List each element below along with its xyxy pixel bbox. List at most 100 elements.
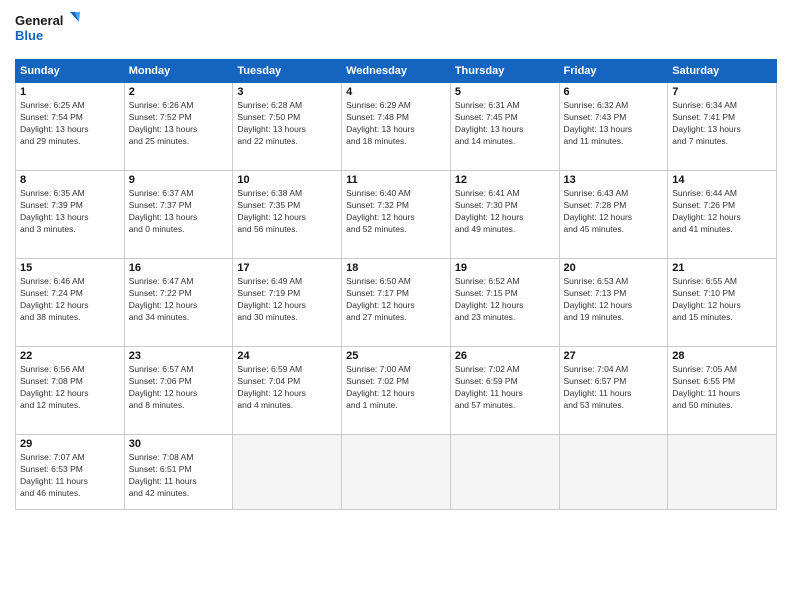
cell-content: Sunrise: 6:25 AMSunset: 7:54 PMDaylight:… <box>20 100 120 148</box>
day-number: 6 <box>564 86 664 98</box>
cell-content: Sunrise: 6:53 AMSunset: 7:13 PMDaylight:… <box>564 276 664 324</box>
day-number: 9 <box>129 174 229 186</box>
calendar-cell: 11 Sunrise: 6:40 AMSunset: 7:32 PMDayligh… <box>342 171 451 259</box>
calendar-cell: 19 Sunrise: 6:52 AMSunset: 7:15 PMDayligh… <box>450 259 559 347</box>
calendar-cell: 8Sunrise: 6:35 AMSunset: 7:39 PMDaylight… <box>16 171 125 259</box>
cell-content: Sunrise: 6:47 AMSunset: 7:22 PMDaylight:… <box>129 276 229 324</box>
calendar-cell: 14 Sunrise: 6:44 AMSunset: 7:26 PMDayligh… <box>668 171 777 259</box>
cell-content: Sunrise: 6:26 AMSunset: 7:52 PMDaylight:… <box>129 100 229 148</box>
cell-content: Sunrise: 6:59 AMSunset: 7:04 PMDaylight:… <box>237 364 337 412</box>
day-number: 29 <box>20 438 120 450</box>
page: General Blue SundayMondayTuesdayWednesda… <box>0 0 792 612</box>
calendar-cell <box>233 435 342 510</box>
day-number: 2 <box>129 86 229 98</box>
calendar-cell: 16 Sunrise: 6:47 AMSunset: 7:22 PMDayligh… <box>124 259 233 347</box>
calendar-cell: 18 Sunrise: 6:50 AMSunset: 7:17 PMDayligh… <box>342 259 451 347</box>
cell-content: Sunrise: 7:05 AMSunset: 6:55 PMDaylight:… <box>672 364 772 412</box>
cell-content: Sunrise: 6:52 AMSunset: 7:15 PMDaylight:… <box>455 276 555 324</box>
day-number: 14 <box>672 174 772 186</box>
calendar-cell: 17 Sunrise: 6:49 AMSunset: 7:19 PMDayligh… <box>233 259 342 347</box>
logo: General Blue <box>15 10 85 51</box>
cell-content: Sunrise: 6:31 AMSunset: 7:45 PMDaylight:… <box>455 100 555 148</box>
calendar-cell: 3 Sunrise: 6:28 AMSunset: 7:50 PMDaylight… <box>233 83 342 171</box>
calendar-cell: 5 Sunrise: 6:31 AMSunset: 7:45 PMDaylight… <box>450 83 559 171</box>
calendar-cell <box>668 435 777 510</box>
calendar-cell <box>450 435 559 510</box>
cell-content: Sunrise: 6:56 AMSunset: 7:08 PMDaylight:… <box>20 364 120 412</box>
header: General Blue <box>15 10 777 51</box>
day-number: 3 <box>237 86 337 98</box>
col-header-monday: Monday <box>124 60 233 83</box>
day-number: 26 <box>455 350 555 362</box>
cell-content: Sunrise: 7:00 AMSunset: 7:02 PMDaylight:… <box>346 364 446 412</box>
col-header-tuesday: Tuesday <box>233 60 342 83</box>
day-number: 21 <box>672 262 772 274</box>
logo-svg: General Blue <box>15 10 85 51</box>
svg-text:General: General <box>15 13 63 28</box>
col-header-sunday: Sunday <box>16 60 125 83</box>
col-header-friday: Friday <box>559 60 668 83</box>
day-number: 22 <box>20 350 120 362</box>
cell-content: Sunrise: 6:57 AMSunset: 7:06 PMDaylight:… <box>129 364 229 412</box>
col-header-saturday: Saturday <box>668 60 777 83</box>
calendar-cell: 15Sunrise: 6:46 AMSunset: 7:24 PMDayligh… <box>16 259 125 347</box>
calendar-cell: 30Sunrise: 7:08 AMSunset: 6:51 PMDayligh… <box>124 435 233 510</box>
cell-content: Sunrise: 6:29 AMSunset: 7:48 PMDaylight:… <box>346 100 446 148</box>
day-number: 1 <box>20 86 120 98</box>
cell-content: Sunrise: 6:35 AMSunset: 7:39 PMDaylight:… <box>20 188 120 236</box>
day-number: 13 <box>564 174 664 186</box>
day-number: 24 <box>237 350 337 362</box>
cell-content: Sunrise: 7:07 AMSunset: 6:53 PMDaylight:… <box>20 452 120 500</box>
day-number: 28 <box>672 350 772 362</box>
calendar-cell: 26Sunrise: 7:02 AMSunset: 6:59 PMDayligh… <box>450 347 559 435</box>
day-number: 18 <box>346 262 446 274</box>
cell-content: Sunrise: 6:50 AMSunset: 7:17 PMDaylight:… <box>346 276 446 324</box>
day-number: 16 <box>129 262 229 274</box>
cell-content: Sunrise: 6:40 AMSunset: 7:32 PMDaylight:… <box>346 188 446 236</box>
day-number: 27 <box>564 350 664 362</box>
calendar-cell: 28 Sunrise: 7:05 AMSunset: 6:55 PMDayligh… <box>668 347 777 435</box>
calendar-cell: 10 Sunrise: 6:38 AMSunset: 7:35 PMDayligh… <box>233 171 342 259</box>
day-number: 25 <box>346 350 446 362</box>
cell-content: Sunrise: 6:49 AMSunset: 7:19 PMDaylight:… <box>237 276 337 324</box>
day-number: 23 <box>129 350 229 362</box>
cell-content: Sunrise: 6:43 AMSunset: 7:28 PMDaylight:… <box>564 188 664 236</box>
calendar-cell: 2 Sunrise: 6:26 AMSunset: 7:52 PMDaylight… <box>124 83 233 171</box>
calendar-cell: 6 Sunrise: 6:32 AMSunset: 7:43 PMDaylight… <box>559 83 668 171</box>
col-header-thursday: Thursday <box>450 60 559 83</box>
day-number: 10 <box>237 174 337 186</box>
cell-content: Sunrise: 6:37 AMSunset: 7:37 PMDaylight:… <box>129 188 229 236</box>
cell-content: Sunrise: 6:44 AMSunset: 7:26 PMDaylight:… <box>672 188 772 236</box>
calendar-cell <box>559 435 668 510</box>
day-number: 7 <box>672 86 772 98</box>
day-number: 4 <box>346 86 446 98</box>
day-number: 5 <box>455 86 555 98</box>
calendar-cell: 21 Sunrise: 6:55 AMSunset: 7:10 PMDayligh… <box>668 259 777 347</box>
day-number: 11 <box>346 174 446 186</box>
day-number: 20 <box>564 262 664 274</box>
calendar-cell: 1 Sunrise: 6:25 AMSunset: 7:54 PMDaylight… <box>16 83 125 171</box>
cell-content: Sunrise: 6:38 AMSunset: 7:35 PMDaylight:… <box>237 188 337 236</box>
calendar-cell: 13 Sunrise: 6:43 AMSunset: 7:28 PMDayligh… <box>559 171 668 259</box>
day-number: 12 <box>455 174 555 186</box>
calendar-cell: 29 Sunrise: 7:07 AMSunset: 6:53 PMDayligh… <box>16 435 125 510</box>
svg-text:Blue: Blue <box>15 28 43 43</box>
day-number: 15 <box>20 262 120 274</box>
cell-content: Sunrise: 7:08 AMSunset: 6:51 PMDaylight:… <box>129 452 229 500</box>
day-number: 19 <box>455 262 555 274</box>
calendar-cell: 27 Sunrise: 7:04 AMSunset: 6:57 PMDayligh… <box>559 347 668 435</box>
calendar-cell: 4 Sunrise: 6:29 AMSunset: 7:48 PMDaylight… <box>342 83 451 171</box>
cell-content: Sunrise: 6:28 AMSunset: 7:50 PMDaylight:… <box>237 100 337 148</box>
calendar-cell: 9 Sunrise: 6:37 AMSunset: 7:37 PMDaylight… <box>124 171 233 259</box>
calendar-cell: 23 Sunrise: 6:57 AMSunset: 7:06 PMDayligh… <box>124 347 233 435</box>
cell-content: Sunrise: 6:41 AMSunset: 7:30 PMDaylight:… <box>455 188 555 236</box>
calendar-table: SundayMondayTuesdayWednesdayThursdayFrid… <box>15 59 777 510</box>
col-header-wednesday: Wednesday <box>342 60 451 83</box>
cell-content: Sunrise: 7:04 AMSunset: 6:57 PMDaylight:… <box>564 364 664 412</box>
calendar-cell: 12 Sunrise: 6:41 AMSunset: 7:30 PMDayligh… <box>450 171 559 259</box>
calendar-cell: 25 Sunrise: 7:00 AMSunset: 7:02 PMDayligh… <box>342 347 451 435</box>
cell-content: Sunrise: 6:55 AMSunset: 7:10 PMDaylight:… <box>672 276 772 324</box>
day-number: 17 <box>237 262 337 274</box>
calendar-cell: 22 Sunrise: 6:56 AMSunset: 7:08 PMDayligh… <box>16 347 125 435</box>
cell-content: Sunrise: 6:32 AMSunset: 7:43 PMDaylight:… <box>564 100 664 148</box>
